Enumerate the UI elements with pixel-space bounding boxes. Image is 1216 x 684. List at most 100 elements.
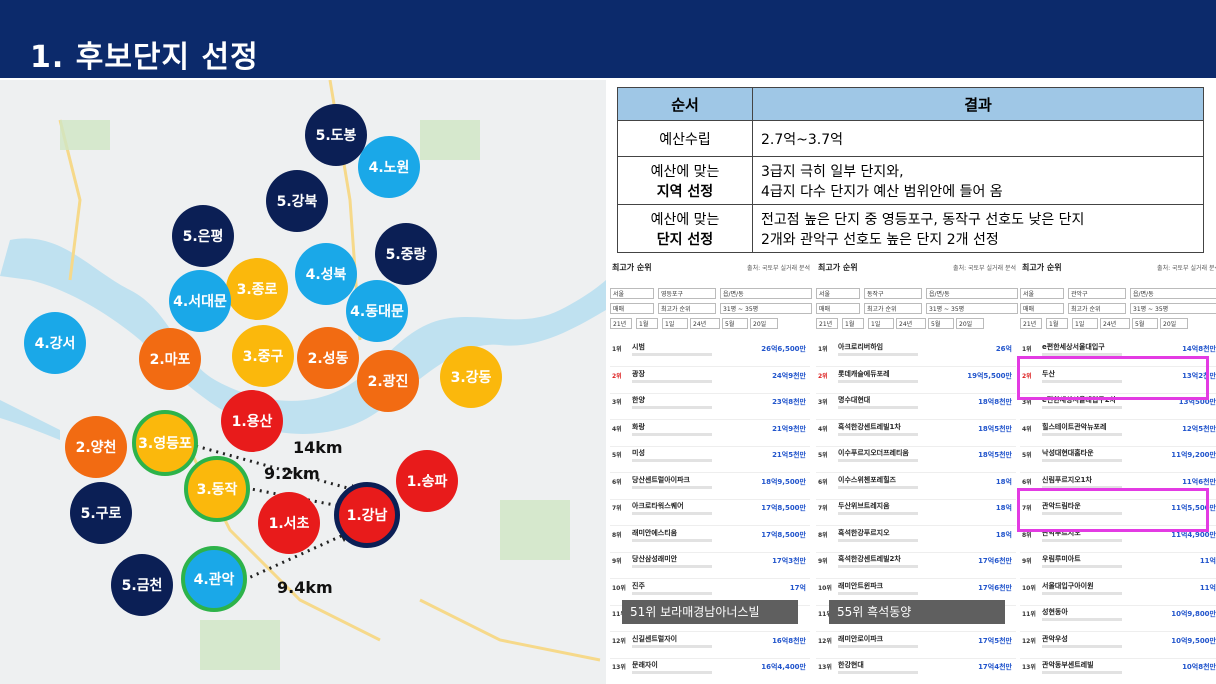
filter-select[interactable]: 읍/면/동	[720, 288, 812, 299]
filter-select[interactable]: 24년	[1100, 318, 1130, 329]
table-row-label: 예산에 맞는 단지 선정	[617, 204, 753, 253]
filter-select[interactable]: 읍/면/동	[1130, 288, 1216, 299]
ranking-rank: 8위	[818, 531, 828, 539]
ranking-row[interactable]: 13위 문래자이 16억4,400만	[610, 654, 810, 684]
ranking-rank: 1위	[1022, 346, 1032, 353]
filter-select[interactable]: 최고가 순위	[658, 303, 716, 314]
district-circle-yongsan: 1.용산	[221, 390, 283, 452]
ranking-price: 17억8,500만	[761, 530, 806, 539]
ranking-name: 래미안에스티움	[632, 528, 678, 537]
ranking-subtext-placeholder	[632, 671, 712, 674]
filter-select[interactable]: 매매	[816, 303, 860, 314]
ranking-name: 이수푸르지오더프레티움	[838, 449, 909, 457]
filter-select[interactable]: 21년	[610, 318, 632, 329]
ranking-rank: 1위	[818, 346, 828, 353]
ranking-subtext-placeholder	[632, 353, 712, 356]
filter-select[interactable]: 5월	[722, 318, 748, 329]
ranking-subtext-placeholder	[1042, 671, 1122, 674]
ranking-row[interactable]: 13위 관악동부센트레빌 10억8천만	[1020, 654, 1216, 684]
ranking-rank: 13위	[612, 664, 626, 671]
table-header-result: 결과	[752, 87, 1204, 121]
filter-select[interactable]: 1일	[868, 318, 894, 329]
ranking-name: 서울대입구아이원	[1042, 581, 1094, 590]
filter-select[interactable]: 24년	[896, 318, 926, 329]
ranking-rank: 4위	[1022, 425, 1032, 433]
note-dongjak: 55위 흑석동양	[829, 600, 1005, 624]
ranking-subtext-placeholder	[838, 644, 918, 648]
ranking-title: 최고가 순위	[1022, 263, 1062, 272]
ranking-subtext-placeholder	[1042, 591, 1122, 595]
filter-select[interactable]: 읍/면/동	[926, 288, 1018, 299]
filter-select[interactable]: 매매	[1020, 303, 1064, 314]
ranking-name: 흑석한강푸르지오	[838, 528, 890, 537]
filter-select[interactable]: 영등포구	[658, 288, 716, 299]
ranking-subtext-placeholder	[838, 591, 918, 595]
ranking-name: 아크로타워스퀘어	[632, 502, 684, 510]
ranking-rank: 7위	[612, 505, 622, 512]
filter-select[interactable]: 20일	[1160, 318, 1188, 329]
ranking-subtext-placeholder	[838, 565, 918, 568]
filter-select[interactable]: 1월	[1046, 318, 1068, 329]
ranking-name: 진주	[632, 581, 645, 590]
district-circle-yangcheon: 2.양천	[65, 416, 127, 478]
filter-select[interactable]: 20일	[956, 318, 984, 329]
filter-select[interactable]: 서울	[1020, 288, 1064, 299]
filter-select[interactable]: 5월	[928, 318, 954, 329]
ranking-price: 18억	[995, 504, 1012, 512]
filter-select[interactable]: 31평 ~ 35평	[926, 303, 1018, 314]
filter-select[interactable]: 서울	[816, 288, 860, 299]
ranking-price: 17억5천만	[978, 636, 1012, 645]
note-yeongdeungpo: 51위 보라매경남아너스빌	[622, 600, 798, 624]
filter-select[interactable]: 31평 ~ 35평	[720, 303, 812, 314]
ranking-price: 14억8천만	[1182, 345, 1216, 353]
ranking-subtext-placeholder	[632, 512, 712, 515]
filter-select[interactable]: 최고가 순위	[1068, 303, 1126, 314]
ranking-price: 11억	[1199, 583, 1216, 592]
filter-select[interactable]: 관악구	[1068, 288, 1126, 299]
ranking-source: 출처: 국토부 실거래 분석	[1157, 265, 1216, 272]
ranking-subtext-placeholder	[632, 565, 712, 568]
highlight-box-gwanak-dreamtown	[1017, 488, 1209, 532]
ranking-price: 11억6천만	[1182, 477, 1216, 486]
ranking-subtext-placeholder	[1042, 406, 1122, 409]
ranking-subtext-placeholder	[632, 379, 712, 383]
ranking-row[interactable]: 13위 한강현대 17억4천만	[816, 654, 1016, 684]
filter-select[interactable]: 20일	[750, 318, 778, 329]
filter-select[interactable]: 1월	[842, 318, 864, 329]
ranking-price: 18억	[995, 530, 1012, 539]
district-circle-gangseo: 4.강서	[24, 312, 86, 374]
filter-select[interactable]: 21년	[1020, 318, 1042, 329]
district-circle-guro: 5.구로	[70, 482, 132, 544]
table-row-value: 2.7억~3.7억	[752, 120, 1204, 157]
filter-select[interactable]: 서울	[610, 288, 654, 299]
ranking-rank: 4위	[818, 425, 828, 433]
filter-select[interactable]: 21년	[816, 318, 838, 329]
filter-select[interactable]: 동작구	[864, 288, 922, 299]
ranking-price: 10억9,500만	[1171, 636, 1216, 645]
filter-select[interactable]: 5월	[1132, 318, 1158, 329]
ranking-name: 성현동아	[1042, 608, 1068, 616]
filter-select[interactable]: 24년	[690, 318, 720, 329]
ranking-rank: 11위	[1022, 611, 1036, 618]
filter-select[interactable]: 최고가 순위	[864, 303, 922, 314]
distance-label-gwanak: 9.4km	[277, 578, 333, 597]
ranking-rank: 6위	[818, 478, 828, 486]
page-title: 1. 후보단지 선정	[30, 40, 259, 75]
ranking-price: 18억8천만	[978, 398, 1012, 406]
district-circle-songpa: 1.송파	[396, 450, 458, 512]
district-circle-seongdong: 2.성동	[297, 327, 359, 389]
ranking-price: 18억	[995, 477, 1012, 486]
ranking-name: 화랑	[632, 422, 645, 431]
ranking-source: 출처: 국토부 실거래 분석	[953, 265, 1016, 272]
highlight-box-dusan	[1017, 356, 1209, 400]
filter-select[interactable]: 1월	[636, 318, 658, 329]
filter-select[interactable]: 1일	[1072, 318, 1098, 329]
filter-select[interactable]: 매매	[610, 303, 654, 314]
ranking-name: 당산삼성래미안	[632, 555, 678, 563]
filter-select[interactable]: 31평 ~ 35평	[1130, 303, 1216, 314]
table-row-value: 전고점 높은 단지 중 영등포구, 동작구 선호도 낮은 단지 2개와 관악구 선…	[752, 204, 1204, 253]
ranking-rank: 5위	[818, 452, 828, 459]
ranking-name: 신림푸르지오1차	[1042, 475, 1092, 484]
district-circle-seocho: 1.서초	[258, 492, 320, 554]
filter-select[interactable]: 1일	[662, 318, 688, 329]
